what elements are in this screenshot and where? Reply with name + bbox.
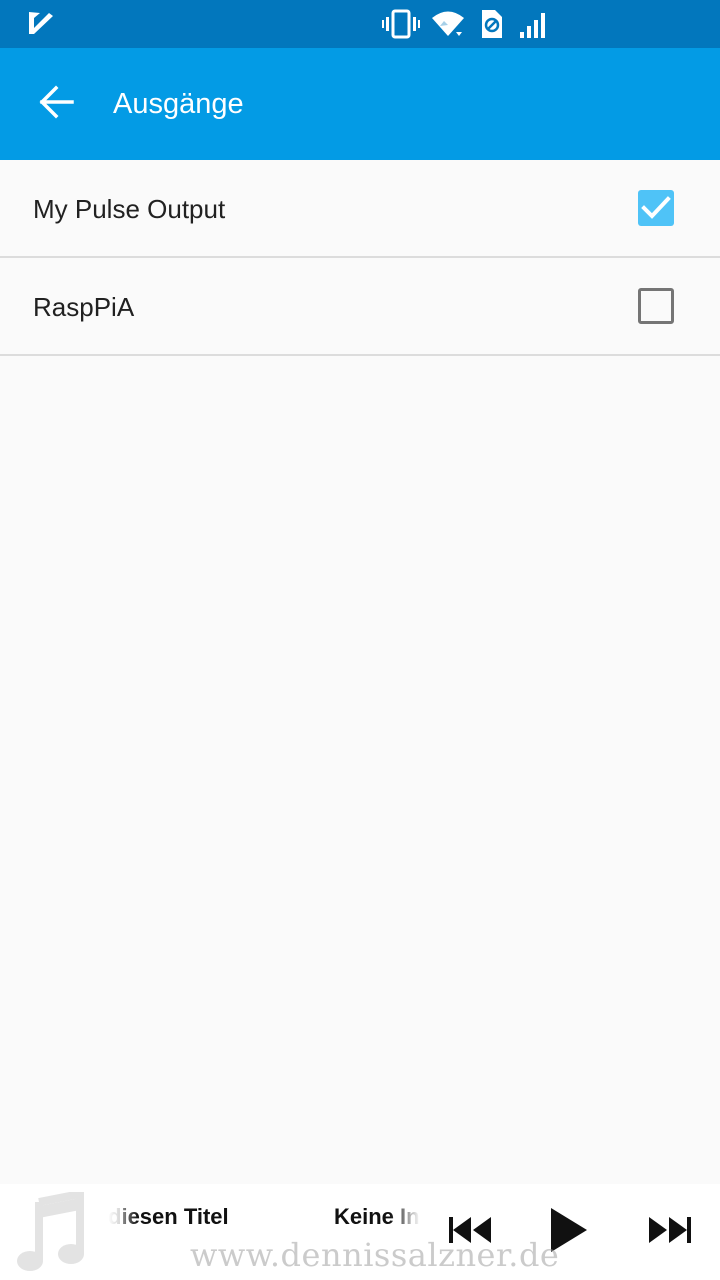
wifi-icon [430,8,466,40]
page-title: Ausgänge [113,88,244,120]
notification-check-icon [26,8,56,40]
app-bar: Ausgänge [0,48,720,160]
list-item-my-pulse-output[interactable]: My Pulse Output [0,160,720,258]
signal-icon [518,8,550,40]
track-artist: Keine In [334,1204,420,1230]
check-icon [641,196,671,219]
list-item-label: RaspPiA [33,292,135,322]
status-bar [0,0,720,48]
checkbox-checked[interactable] [638,190,674,226]
outputs-list: My Pulse Output RaspPiA [0,160,720,356]
next-icon [646,1214,694,1251]
back-button[interactable] [24,72,88,136]
watermark: www.dennissalzner.de [190,1236,560,1274]
vibrate-icon [382,8,420,40]
arrow-back-icon [38,84,74,125]
music-note-icon [14,1189,84,1277]
sim-icon [478,8,504,40]
checkbox-unchecked[interactable] [638,288,674,324]
track-title: diesen Titel [108,1204,238,1230]
list-item-label: My Pulse Output [33,194,226,224]
next-button[interactable] [642,1210,698,1254]
list-item-rasppia[interactable]: RaspPiA [0,258,720,356]
